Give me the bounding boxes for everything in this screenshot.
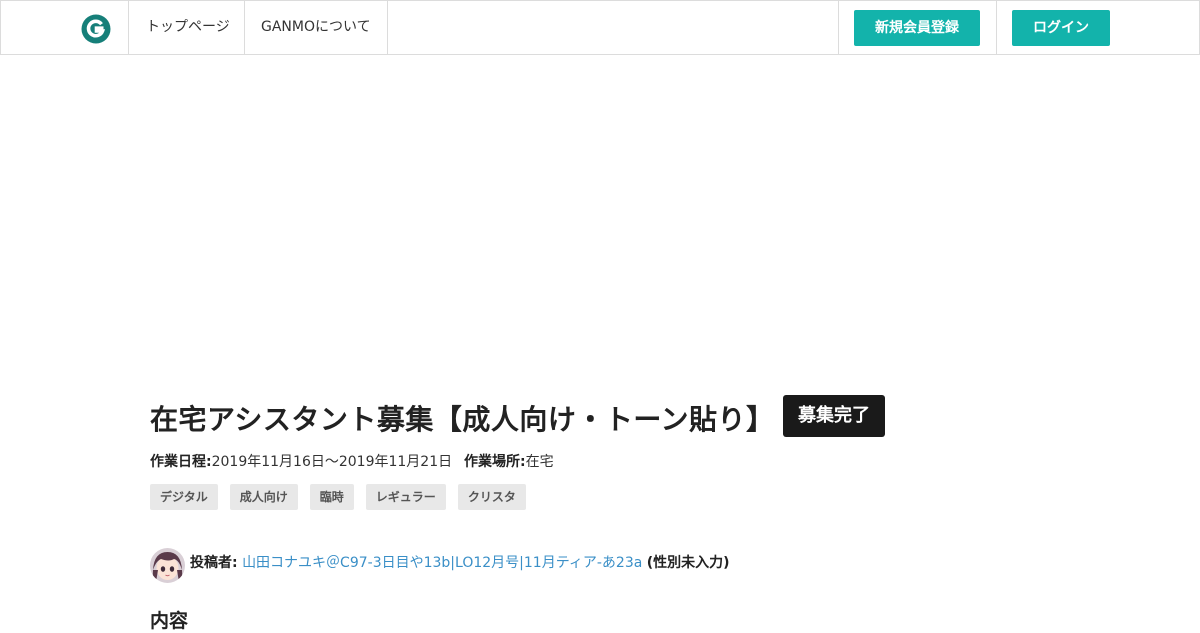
ganmo-logo-icon[interactable] — [81, 14, 111, 44]
header-divider — [244, 1, 245, 54]
work-schedule: 作業日程:2019年11月16日〜2019年11月21日 — [150, 451, 452, 473]
header-divider — [996, 1, 997, 54]
poster-info: 投稿者: 山田コナユキ＠C97-3日目や13b|LO12月号|11月ティア-あ2… — [190, 552, 730, 574]
tag-temporary[interactable]: 臨時 — [309, 484, 354, 510]
poster-gender: (性別未入力) — [646, 555, 730, 571]
location-value: 在宅 — [525, 454, 554, 470]
avatar[interactable] — [150, 548, 185, 583]
login-button[interactable]: ログイン — [1012, 10, 1110, 46]
status-badge: 募集完了 — [783, 395, 885, 437]
tag-digital[interactable]: デジタル — [150, 484, 218, 510]
work-location: 作業場所:在宅 — [464, 451, 554, 473]
page-title: 在宅アシスタント募集【成人向け・トーン貼り】 — [150, 403, 775, 436]
header-divider — [387, 1, 388, 54]
site-header: トップページ GANMOについて 新規会員登録 ログイン — [0, 0, 1200, 55]
content-heading: 内容 — [150, 610, 189, 632]
poster-label: 投稿者: — [190, 555, 238, 571]
register-button[interactable]: 新規会員登録 — [854, 10, 980, 46]
location-label: 作業場所: — [464, 454, 526, 470]
header-divider — [128, 1, 129, 54]
nav-about-ganmo[interactable]: GANMOについて — [261, 1, 371, 54]
tag-regular[interactable]: レギュラー — [365, 484, 446, 510]
schedule-label: 作業日程: — [150, 454, 212, 470]
header-divider — [838, 1, 839, 54]
nav-top-page[interactable]: トップページ — [146, 1, 230, 54]
tag-list: デジタル 成人向け 臨時 レギュラー クリスタ — [150, 484, 526, 510]
tag-clip-studio[interactable]: クリスタ — [457, 484, 526, 510]
schedule-value: 2019年11月16日〜2019年11月21日 — [211, 454, 453, 470]
poster-name-link[interactable]: 山田コナユキ＠C97-3日目や13b|LO12月号|11月ティア-あ23a — [242, 555, 642, 571]
tag-adult[interactable]: 成人向け — [229, 484, 298, 510]
